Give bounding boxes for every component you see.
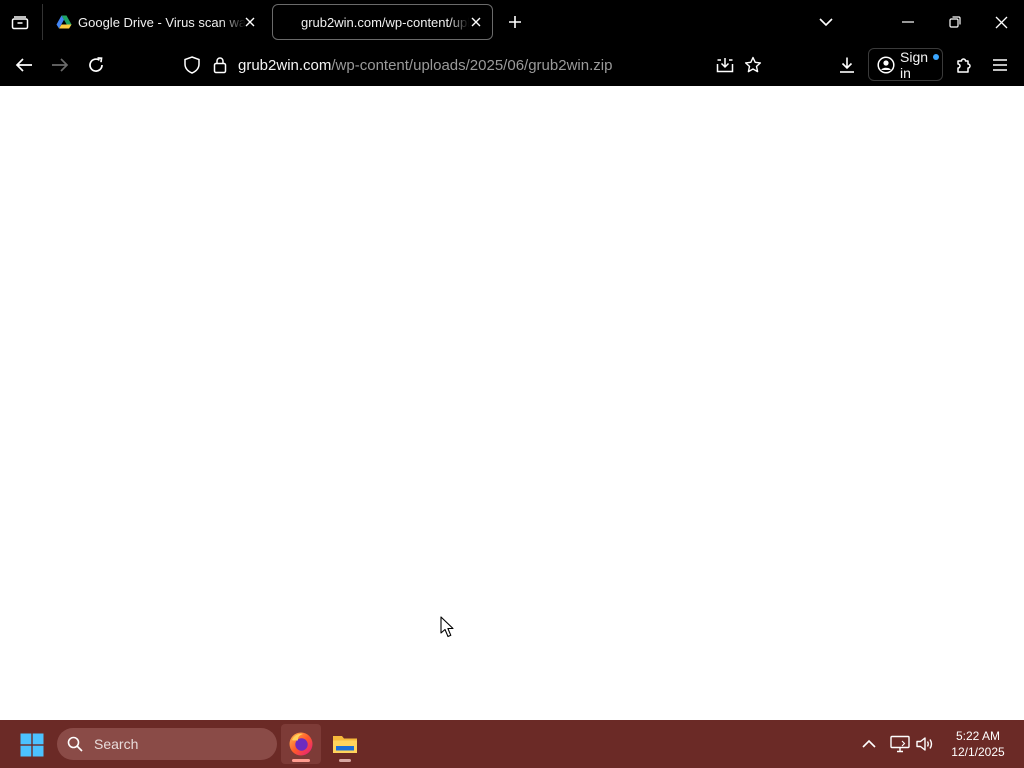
puzzle-icon <box>957 58 971 73</box>
bookmark-button[interactable] <box>741 53 765 77</box>
reload-button[interactable] <box>84 53 108 77</box>
download-tray-icon <box>716 58 734 73</box>
tracking-protection-button[interactable] <box>180 53 204 77</box>
tab-separator <box>42 4 43 40</box>
page-content <box>0 86 1024 720</box>
minimize-icon <box>902 21 914 23</box>
tab-title: Google Drive - Virus scan warning <box>78 14 246 30</box>
restore-icon <box>949 16 961 28</box>
taskbar-search-box[interactable]: Search <box>57 728 277 760</box>
tab-close-button[interactable] <box>468 14 484 30</box>
list-all-tabs-button[interactable] <box>815 11 837 33</box>
search-icon <box>67 736 83 752</box>
clock-time: 5:22 AM <box>955 729 1001 743</box>
system-clock[interactable]: 5:22 AM 12/1/2025 <box>946 728 1010 760</box>
volume-button[interactable] <box>913 732 937 756</box>
tab-close-button[interactable] <box>242 14 258 30</box>
restore-button[interactable] <box>941 8 969 36</box>
hamburger-menu-icon <box>993 59 1007 71</box>
downloads-button[interactable] <box>835 53 859 77</box>
address-bar[interactable]: grub2win.com/wp-content/uploads/2025/06/… <box>238 57 612 74</box>
tab-overview-icon <box>11 16 29 30</box>
download-icon <box>840 57 854 73</box>
back-button[interactable] <box>12 53 36 77</box>
search-label: Search <box>94 736 139 752</box>
new-tab-button[interactable] <box>504 11 526 33</box>
tab-title: grub2win.com/wp-content/uploads/2025/06/… <box>301 14 469 30</box>
star-icon <box>744 56 762 73</box>
taskbar: Search 5:22 AM 12/1/2025 <box>0 720 1024 768</box>
show-hidden-icons-button[interactable] <box>857 732 881 756</box>
lock-icon <box>213 57 227 74</box>
google-drive-icon <box>56 15 72 29</box>
windows-start-icon[interactable] <box>20 733 44 757</box>
tab-google-drive[interactable]: Google Drive - Virus scan warning <box>50 4 266 40</box>
chevron-up-icon <box>862 739 876 748</box>
window-close-button[interactable] <box>987 8 1015 36</box>
network-icon <box>890 735 910 753</box>
taskbar-file-explorer[interactable] <box>325 724 365 764</box>
active-app-indicator <box>292 759 310 762</box>
taskbar-firefox[interactable] <box>281 724 321 764</box>
arrow-left-icon <box>15 58 32 72</box>
plus-icon <box>509 16 521 28</box>
url-host: grub2win.com <box>238 57 332 74</box>
file-explorer-icon <box>333 736 357 753</box>
clock-date: 12/1/2025 <box>951 745 1005 759</box>
shield-icon <box>184 56 200 74</box>
url-path: /wp-content/uploads/2025/06/grub2win.zip <box>331 57 613 74</box>
extensions-button[interactable] <box>952 53 976 77</box>
sign-in-button[interactable]: Sign in <box>868 48 943 81</box>
speaker-icon <box>916 737 933 751</box>
network-status-button[interactable] <box>888 732 912 756</box>
tab-grub2win-zip[interactable]: grub2win.com/wp-content/uploads/2025/06/… <box>272 4 493 40</box>
forward-button[interactable] <box>48 53 72 77</box>
chevron-down-icon <box>819 18 833 27</box>
tab-overview-button[interactable] <box>8 10 32 34</box>
running-app-indicator <box>339 759 351 762</box>
site-security-button[interactable] <box>208 53 232 77</box>
navigation-toolbar: grub2win.com/wp-content/uploads/2025/06/… <box>0 44 1024 86</box>
minimize-button[interactable] <box>894 8 922 36</box>
save-to-pocket-button[interactable] <box>713 53 737 77</box>
tab-strip: Google Drive - Virus scan warning grub2w… <box>0 0 1024 44</box>
close-icon <box>995 16 1007 28</box>
notification-dot <box>933 54 939 60</box>
firefox-icon <box>289 732 313 756</box>
arrow-right-icon <box>52 58 69 72</box>
reload-icon <box>89 57 103 72</box>
account-icon <box>877 56 895 74</box>
mouse-cursor-icon <box>440 616 454 638</box>
app-menu-button[interactable] <box>988 53 1012 77</box>
close-icon <box>471 17 481 27</box>
close-icon <box>245 17 255 27</box>
